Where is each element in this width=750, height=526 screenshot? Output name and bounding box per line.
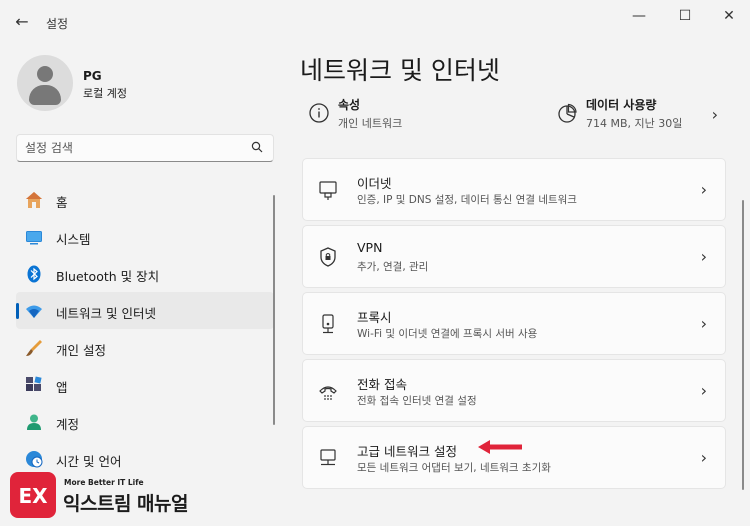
apps-icon <box>26 376 42 391</box>
vpn-shield-icon <box>320 247 336 267</box>
annotation-arrow-icon <box>478 440 522 454</box>
card-description: 인증, IP 및 DNS 설정, 데이터 통신 연결 네트워크 <box>357 194 577 206</box>
sidebar-item-bluetooth[interactable]: Bluetooth 및 장치 <box>16 255 274 292</box>
app-title: 설정 <box>46 17 69 31</box>
sidebar-item-label: 계정 <box>56 417 80 432</box>
card-description: 전화 접속 인터넷 연결 설정 <box>357 395 477 407</box>
search-icon[interactable] <box>251 141 263 153</box>
card-title: VPN <box>357 240 383 255</box>
chevron-right-icon: › <box>700 381 707 400</box>
data-usage-subtitle: 714 MB, 지난 30일 <box>586 117 683 130</box>
pie-chart-icon <box>558 103 577 123</box>
sidebar-nav: 홈 시스템 Bluetooth 및 장치 네트워크 및 인터넷 개인 설정 앱 … <box>16 181 274 477</box>
account-icon <box>27 414 41 430</box>
sidebar-item-label: 시스템 <box>56 232 91 247</box>
maximize-button[interactable]: ☐ <box>670 6 700 26</box>
sidebar-item-personalization[interactable]: 개인 설정 <box>16 329 274 366</box>
card-description: 추가, 연결, 관리 <box>357 261 429 273</box>
card-ethernet[interactable]: 이더넷 인증, IP 및 DNS 설정, 데이터 통신 연결 네트워크 › <box>302 158 726 221</box>
sidebar-item-home[interactable]: 홈 <box>16 181 274 218</box>
card-title: 고급 네트워크 설정 <box>357 444 457 459</box>
home-icon <box>26 192 42 208</box>
card-title: 프록시 <box>357 310 392 325</box>
chevron-right-icon: › <box>711 105 718 124</box>
watermark-name: 익스트림 매뉴얼 <box>63 493 188 515</box>
watermark-logo: EX <box>10 472 56 518</box>
chevron-right-icon: › <box>700 247 707 266</box>
sidebar-item-network[interactable]: 네트워크 및 인터넷 <box>16 292 274 329</box>
dialup-icon <box>319 386 337 400</box>
main-scrollbar[interactable] <box>742 200 744 490</box>
card-proxy[interactable]: 프록시 Wi-Fi 및 이더넷 연결에 프록시 서버 사용 › <box>302 292 726 355</box>
data-usage-status[interactable]: 데이터 사용량 714 MB, 지난 30일 › <box>550 92 726 136</box>
back-button[interactable]: ← <box>12 12 32 32</box>
card-description: 모든 네트워크 어댑터 보기, 네트워크 초기화 <box>357 462 551 474</box>
card-title: 이더넷 <box>357 176 392 191</box>
card-title: 전화 접속 <box>357 377 407 392</box>
chevron-right-icon: › <box>700 448 707 467</box>
page-title: 네트워크 및 인터넷 <box>300 56 500 85</box>
sidebar-item-system[interactable]: 시스템 <box>16 218 274 255</box>
profile-account-type: 로컬 계정 <box>83 87 127 100</box>
watermark-tagline: More Better IT Life <box>64 478 144 487</box>
settings-search[interactable] <box>16 134 274 162</box>
minimize-button[interactable]: — <box>624 6 654 26</box>
bluetooth-icon <box>27 265 41 283</box>
title-bar: ← 설정 — ☐ ✕ <box>0 0 750 44</box>
card-advanced-network[interactable]: 고급 네트워크 설정 모든 네트워크 어댑터 보기, 네트워크 초기화 › <box>302 426 726 489</box>
sidebar-item-label: 네트워크 및 인터넷 <box>56 306 156 321</box>
sidebar-item-label: 개인 설정 <box>56 343 106 358</box>
close-button[interactable]: ✕ <box>714 6 744 26</box>
advanced-network-icon <box>320 449 336 466</box>
system-icon <box>26 231 42 245</box>
sidebar-item-label: 시간 및 언어 <box>56 454 122 469</box>
chevron-right-icon: › <box>700 180 707 199</box>
card-dialup[interactable]: 전화 접속 전화 접속 인터넷 연결 설정 › <box>302 359 726 422</box>
wifi-icon <box>26 305 42 318</box>
sidebar-item-label: Bluetooth 및 장치 <box>56 269 160 284</box>
properties-status[interactable]: 속성 개인 네트워크 <box>302 92 502 136</box>
brush-icon <box>26 340 42 356</box>
search-input[interactable] <box>25 139 245 157</box>
card-description: Wi-Fi 및 이더넷 연결에 프록시 서버 사용 <box>357 328 538 340</box>
proxy-icon <box>322 314 334 334</box>
chevron-right-icon: › <box>700 314 707 333</box>
ethernet-icon <box>319 181 337 200</box>
svg-text:EX: EX <box>18 484 48 508</box>
sidebar-item-label: 홈 <box>56 195 68 210</box>
sidebar-item-apps[interactable]: 앱 <box>16 366 274 403</box>
watermark: EX More Better IT Life 익스트림 매뉴얼 <box>10 472 210 520</box>
sidebar-scrollbar[interactable] <box>273 195 275 425</box>
sidebar-item-label: 앱 <box>56 380 68 395</box>
properties-subtitle: 개인 네트워크 <box>338 117 403 130</box>
avatar <box>17 55 73 111</box>
card-vpn[interactable]: VPN 추가, 연결, 관리 › <box>302 225 726 288</box>
globe-clock-icon <box>26 451 43 468</box>
data-usage-title: 데이터 사용량 <box>586 98 657 112</box>
info-icon <box>309 103 329 123</box>
status-row: 속성 개인 네트워크 데이터 사용량 714 MB, 지난 30일 › <box>302 92 726 136</box>
profile-name: PG <box>83 69 102 83</box>
sidebar-item-accounts[interactable]: 계정 <box>16 403 274 440</box>
properties-title: 속성 <box>338 98 361 112</box>
